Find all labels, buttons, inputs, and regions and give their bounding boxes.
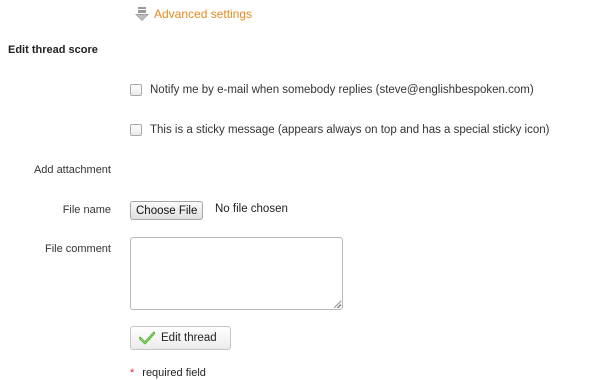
edit-thread-button[interactable]: Edit thread — [130, 326, 231, 350]
file-name-label: File name — [62, 204, 111, 216]
add-attachment-heading: Add attachment — [33, 164, 111, 176]
choose-file-button[interactable]: Choose File — [130, 201, 204, 220]
notify-email-checkbox[interactable] — [130, 84, 142, 96]
section-title: Edit thread score — [8, 44, 98, 56]
advanced-settings-label: Advanced settings — [154, 7, 253, 21]
file-comment-label: File comment — [44, 243, 111, 255]
notify-email-option[interactable]: Notify me by e-mail when somebody replie… — [130, 84, 534, 96]
sticky-message-option[interactable]: This is a sticky message (appears always… — [130, 124, 550, 136]
checkmark-icon — [139, 331, 155, 345]
edit-thread-label: Edit thread — [161, 332, 217, 344]
sticky-message-checkbox[interactable] — [130, 124, 142, 136]
file-status-text: No file chosen — [215, 203, 288, 215]
required-field-text: required field — [142, 367, 206, 379]
sticky-message-label: This is a sticky message (appears always… — [150, 124, 550, 136]
down-arrow-icon — [135, 7, 149, 21]
required-marker: * — [130, 367, 135, 379]
file-comment-textarea[interactable] — [130, 237, 343, 310]
notify-email-label: Notify me by e-mail when somebody replie… — [150, 84, 534, 96]
resize-grip-icon[interactable] — [334, 301, 341, 308]
advanced-settings-link[interactable]: Advanced settings — [134, 6, 252, 22]
file-comment-wrapper — [130, 237, 343, 310]
required-field-note: * required field — [130, 367, 206, 379]
